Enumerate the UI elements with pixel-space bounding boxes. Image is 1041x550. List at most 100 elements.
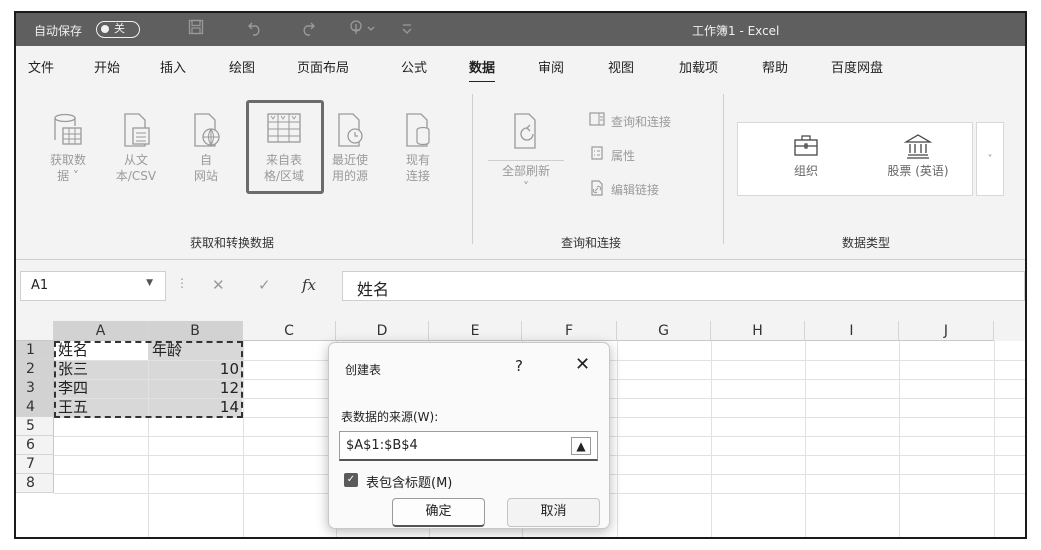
range-value: $A$1:$B$4 bbox=[346, 438, 418, 453]
column-header-f[interactable]: F bbox=[522, 321, 617, 341]
row-header-3[interactable]: 3 bbox=[16, 379, 54, 398]
insert-function-icon[interactable]: fx bbox=[302, 276, 316, 294]
column-header-j[interactable]: J bbox=[899, 321, 994, 341]
undo-icon[interactable] bbox=[246, 19, 264, 41]
row-header-5[interactable]: 5 bbox=[16, 417, 54, 436]
tab-home[interactable]: 开始 bbox=[94, 57, 120, 76]
from-web-label-2: 网站 bbox=[193, 169, 218, 183]
from-text-label-1: 从文 bbox=[123, 153, 148, 167]
grid-line bbox=[711, 341, 712, 537]
formula-input[interactable]: 姓名 bbox=[342, 271, 1025, 301]
select-all-corner[interactable] bbox=[16, 321, 54, 341]
formula-value: 姓名 bbox=[357, 280, 390, 299]
title-bar: 自动保存 关 工作簿1 - Excel bbox=[16, 13, 1025, 46]
from-text-label-2: 本/CSV bbox=[115, 169, 157, 183]
tab-draw[interactable]: 绘图 bbox=[229, 57, 255, 76]
get-data-label-2: 据 ˅ bbox=[57, 169, 79, 183]
stocks-type-button[interactable]: 股票 (英语) bbox=[868, 133, 968, 179]
tab-addins[interactable]: 加载项 bbox=[679, 57, 718, 76]
tab-file[interactable]: 文件 bbox=[28, 57, 54, 76]
name-box-value: A1 bbox=[31, 278, 49, 293]
toggle-knob bbox=[101, 25, 109, 33]
column-header-h[interactable]: H bbox=[711, 321, 805, 341]
row-header-1[interactable]: 1 bbox=[16, 341, 54, 360]
edit-links-icon bbox=[591, 180, 603, 196]
tab-insert[interactable]: 插入 bbox=[160, 57, 186, 76]
tab-review[interactable]: 审阅 bbox=[538, 57, 564, 76]
range-input[interactable]: $A$1:$B$4 ▲ bbox=[339, 431, 598, 461]
customize-toolbar-icon[interactable] bbox=[400, 19, 414, 41]
confirm-entry-icon[interactable]: ✓ bbox=[258, 276, 271, 294]
excel-window: 自动保存 关 工作簿1 - Excel 文件 开始 插入 绘图 页面布局 公式 … bbox=[14, 11, 1027, 539]
ok-button[interactable]: 确定 bbox=[392, 498, 485, 527]
touch-mode-icon[interactable] bbox=[349, 19, 379, 41]
tab-help[interactable]: 帮助 bbox=[762, 57, 788, 76]
database-icon bbox=[54, 113, 82, 145]
organization-label: 组织 bbox=[793, 164, 818, 178]
autosave-state: 关 bbox=[114, 22, 125, 35]
recent-sources-label-2: 用的源 bbox=[331, 169, 368, 183]
existing-connections-button[interactable]: 现有 连接 bbox=[388, 112, 448, 184]
refresh-all-button[interactable]: 全部刷新 ˅ bbox=[488, 112, 564, 195]
column-header-c[interactable]: C bbox=[243, 321, 336, 341]
grid-line bbox=[994, 341, 995, 537]
tab-view[interactable]: 视图 bbox=[608, 57, 634, 76]
save-icon[interactable] bbox=[188, 19, 204, 39]
help-button[interactable]: ? bbox=[515, 357, 523, 375]
get-data-button[interactable]: 获取数 据 ˅ bbox=[38, 112, 98, 184]
column-header-i[interactable]: I bbox=[805, 321, 899, 341]
connection-icon bbox=[406, 113, 430, 147]
refresh-all-label: 全部刷新 bbox=[488, 160, 564, 179]
properties-label: 属性 bbox=[611, 149, 636, 163]
grid-line bbox=[243, 341, 244, 537]
column-header-d[interactable]: D bbox=[336, 321, 429, 341]
ribbon: 获取数 据 ˅ 从文 本/CSV 自 网站 来自表 格/区域 最近使 用的源 现… bbox=[16, 82, 1025, 260]
row-header-7[interactable]: 7 bbox=[16, 455, 54, 474]
group-label-data-types: 数据类型 bbox=[842, 236, 891, 250]
existing-conn-label-1: 现有 bbox=[405, 153, 430, 167]
row-header-6[interactable]: 6 bbox=[16, 436, 54, 455]
name-box-dropdown-icon[interactable]: ▼ bbox=[146, 278, 153, 288]
has-headers-label[interactable]: 表包含标题(M) bbox=[366, 472, 452, 491]
column-header-row: A B C D E F G H I J bbox=[16, 321, 1025, 341]
refresh-dropdown-icon[interactable]: ˅ bbox=[488, 179, 564, 195]
row-header-8[interactable]: 8 bbox=[16, 474, 54, 493]
ribbon-separator bbox=[723, 94, 724, 244]
tab-data[interactable]: 数据 bbox=[469, 57, 496, 84]
collapse-dialog-button[interactable]: ▲ bbox=[571, 437, 591, 455]
recent-clock-icon bbox=[338, 113, 363, 147]
create-table-dialog: 创建表 ? ✕ 表数据的来源(W): $A$1:$B$4 ▲ ✓ 表包含标题(M… bbox=[328, 342, 610, 529]
cancel-entry-icon[interactable]: ✕ bbox=[212, 276, 225, 294]
row-header-4[interactable]: 4 bbox=[16, 398, 54, 417]
column-header-a[interactable]: A bbox=[54, 321, 148, 341]
recent-sources-button[interactable]: 最近使 用的源 bbox=[320, 112, 380, 184]
group-label-queries: 查询和连接 bbox=[561, 236, 622, 250]
autosave-toggle[interactable]: 关 bbox=[96, 21, 140, 38]
name-box[interactable]: A1 ▼ bbox=[20, 271, 166, 301]
close-button[interactable]: ✕ bbox=[575, 354, 590, 375]
cancel-button[interactable]: 取消 bbox=[507, 498, 600, 527]
from-text-csv-button[interactable]: 从文 本/CSV bbox=[106, 112, 166, 184]
redo-icon[interactable] bbox=[299, 19, 317, 41]
stocks-label: 股票 (英语) bbox=[887, 164, 949, 178]
organization-type-button[interactable]: 组织 bbox=[776, 133, 836, 179]
column-header-g[interactable]: G bbox=[617, 321, 711, 341]
tab-page-layout[interactable]: 页面布局 bbox=[297, 57, 349, 76]
dialog-title: 创建表 bbox=[345, 363, 382, 377]
group-label-get-transform: 获取和转换数据 bbox=[190, 236, 275, 250]
collapse-arrow-icon: ▲ bbox=[576, 439, 586, 453]
text-file-icon bbox=[124, 113, 150, 147]
from-web-button[interactable]: 自 网站 bbox=[176, 112, 236, 184]
data-types-gallery: 组织 股票 (英语) bbox=[737, 122, 973, 196]
row-header-2[interactable]: 2 bbox=[16, 360, 54, 379]
properties-icon bbox=[591, 146, 603, 160]
column-header-e[interactable]: E bbox=[429, 321, 522, 341]
ribbon-separator bbox=[472, 94, 473, 244]
tab-formulas[interactable]: 公式 bbox=[401, 57, 427, 76]
column-header-b[interactable]: B bbox=[148, 321, 243, 341]
briefcase-icon bbox=[794, 135, 818, 156]
has-headers-checkbox[interactable]: ✓ bbox=[344, 473, 358, 487]
tab-baidu-netdisk[interactable]: 百度网盘 bbox=[831, 57, 883, 76]
formula-bar-grip-icon[interactable]: ⋮ bbox=[176, 276, 188, 290]
data-types-more-button[interactable]: ˅ bbox=[976, 122, 1004, 196]
